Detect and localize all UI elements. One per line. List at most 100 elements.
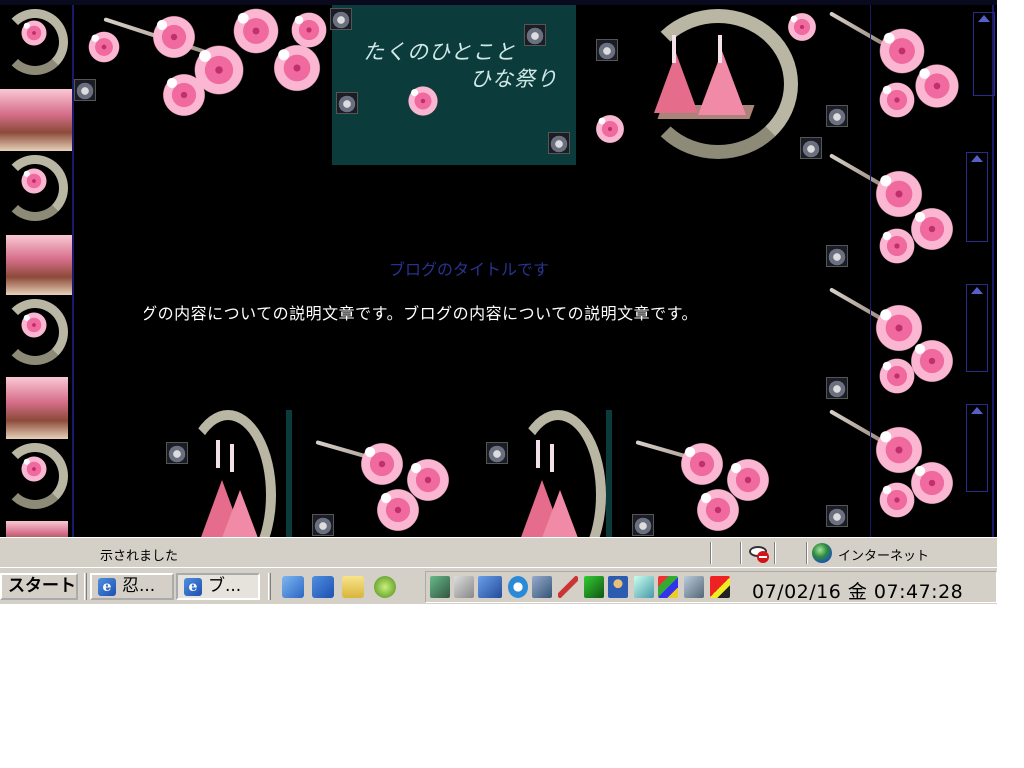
hina-dolls [520, 440, 584, 537]
rabbit-decoration [330, 8, 352, 30]
scroll-up-icon[interactable] [971, 155, 983, 162]
taskbar-grip[interactable] [84, 573, 87, 600]
clock-app-icon[interactable] [508, 576, 528, 598]
ie-icon[interactable] [312, 576, 334, 598]
bottom-hina-tile [160, 410, 290, 537]
rabbit-decoration [826, 505, 848, 527]
folder-icon[interactable] [342, 576, 364, 598]
blog-description-marquee: ブログの内容についての説明文章です。ブログの内容についての説明文章です。 [144, 298, 724, 326]
download-icon[interactable] [684, 576, 704, 598]
rabbit-decoration [74, 79, 96, 101]
bottom-blossom-tile [312, 430, 464, 537]
rabbit-decoration [486, 442, 508, 464]
ie-icon: e [98, 578, 116, 596]
statusbar-separator [710, 542, 712, 564]
scroll-up-icon[interactable] [971, 407, 983, 414]
globe-icon [812, 543, 832, 563]
network-icon[interactable] [430, 576, 450, 598]
rabbit-decoration [548, 132, 570, 154]
system-tray: 07/02/16 金 07:47:28 [425, 571, 997, 603]
browser-content: たくのひとこと ひな祭り ブログのタイトルです ブログの内容についての説明文章で… [0, 0, 997, 537]
rabbit-decoration [336, 92, 358, 114]
update-icon[interactable] [584, 576, 604, 598]
scroll-up-icon[interactable] [978, 15, 990, 22]
screen: たくのひとこと ひな祭り ブログのタイトルです ブログの内容についての説明文章で… [0, 0, 997, 604]
blossom-decoration [590, 109, 630, 149]
privacy-blocked-icon[interactable] [749, 543, 769, 563]
teal-divider [286, 410, 292, 537]
shield-icon[interactable] [710, 576, 730, 598]
rabbit-decoration [632, 514, 654, 536]
security-zone-label: インターネット [838, 549, 930, 564]
blossom-decoration [368, 480, 428, 537]
blog-title[interactable]: ブログのタイトルです [389, 256, 549, 280]
blossom-decoration [872, 351, 922, 401]
monitor-icon[interactable] [532, 576, 552, 598]
hina-doll-strip [6, 377, 68, 439]
blossom-decoration [82, 25, 126, 69]
rabbit-decoration [596, 39, 618, 61]
hina-dolls [654, 35, 755, 135]
rabbit-decoration [312, 514, 334, 536]
blossom-decoration [688, 480, 748, 537]
right-decoration-column [826, 5, 974, 537]
hina-dolls [200, 440, 264, 537]
task-button-blog[interactable]: e ブ... [176, 573, 260, 600]
hina-doll-strip [6, 521, 68, 537]
taskbar: スタート e 忍... e ブ... 07/02/16 金 07:47:28 [0, 567, 997, 604]
blossom-decoration [16, 451, 52, 487]
rabbit-decoration [826, 105, 848, 127]
blossom-decoration [872, 221, 922, 271]
blossom-decoration [16, 15, 52, 51]
left-decoration-column [0, 5, 72, 537]
blossom-decoration [284, 5, 332, 55]
volume-icon[interactable] [454, 576, 474, 598]
header-title-line1: たくのひとこと [363, 40, 517, 64]
status-text: 示されました [100, 549, 179, 564]
statusbar-separator [806, 542, 808, 564]
bottom-hina-tile [480, 410, 610, 537]
taskbar-clock[interactable]: 07/02/16 金 07:47:28 [752, 577, 963, 604]
mini-scrollbar[interactable] [966, 404, 988, 492]
rabbit-decoration [826, 245, 848, 267]
blossom-decoration [16, 307, 52, 343]
browser-statusbar: 示されました インターネット [0, 537, 997, 567]
hina-doll-strip [6, 235, 72, 295]
header-title-line2: ひな祭り [470, 67, 558, 91]
task-button-ninja[interactable]: e 忍... [90, 573, 174, 600]
year30-icon[interactable] [478, 576, 502, 598]
blog-description: ブログの内容についての説明文章です。ブログの内容についての説明文章です。 [144, 304, 698, 323]
mini-scrollbar[interactable] [966, 152, 988, 242]
media-icon[interactable] [374, 576, 396, 598]
refresh-icon[interactable] [282, 576, 304, 598]
blossom-banner-left [74, 5, 332, 133]
teal-divider [606, 410, 612, 537]
hina-doll-strip [0, 89, 72, 151]
taskbar-grip[interactable] [268, 573, 271, 600]
users-icon[interactable] [608, 576, 628, 598]
rabbit-decoration [524, 24, 546, 46]
blossom-decoration [402, 80, 444, 122]
blossom-decoration [154, 65, 214, 125]
mini-scrollbar[interactable] [973, 12, 995, 96]
mini-scrollbar[interactable] [966, 284, 988, 372]
task-label: ブ... [208, 576, 242, 596]
windows-icon[interactable] [658, 576, 678, 598]
start-button[interactable]: スタート [0, 573, 78, 600]
display-icon[interactable] [634, 576, 654, 598]
rabbit-decoration [166, 442, 188, 464]
rabbit-decoration [826, 377, 848, 399]
blossom-decoration [16, 163, 52, 199]
task-label: 忍... [122, 576, 156, 596]
blossom-decoration [782, 7, 822, 47]
blossom-decoration [872, 75, 922, 125]
rabbit-decoration [800, 137, 822, 159]
statusbar-separator [774, 542, 776, 564]
hina-dolls-banner [576, 5, 826, 160]
pen-icon[interactable] [558, 576, 578, 598]
ie-icon: e [184, 578, 202, 596]
bottom-blossom-tile [632, 430, 784, 537]
blossom-decoration [872, 475, 922, 525]
scroll-up-icon[interactable] [971, 287, 983, 294]
frame-border [870, 5, 871, 537]
